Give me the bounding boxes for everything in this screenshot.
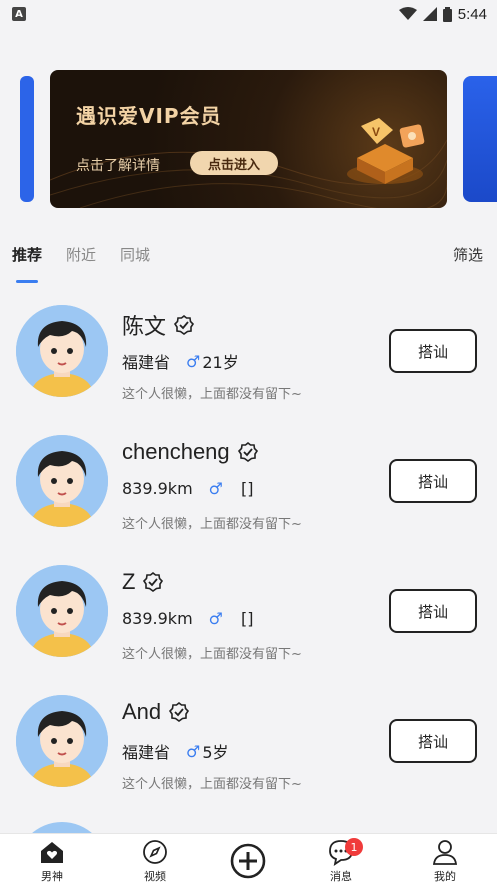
signal-icon: [422, 7, 437, 21]
nav-label: 消息: [330, 870, 352, 883]
avatar[interactable]: [16, 305, 108, 397]
next-banner-card[interactable]: [463, 76, 497, 202]
user-distance: 839.9km: [122, 609, 193, 628]
status-icons: 5:44: [398, 5, 487, 23]
avatar[interactable]: [16, 695, 108, 787]
user-bio: 这个人很懒，上面都没有留下~: [122, 777, 302, 792]
greet-button[interactable]: 搭讪: [389, 589, 477, 633]
user-bio: 这个人很懒，上面都没有留下~: [122, 647, 302, 662]
user-name: 陈文: [122, 314, 167, 339]
nav-label: 视频: [144, 870, 166, 883]
active-tab-indicator: [16, 280, 38, 283]
nav-me[interactable]: 我的: [415, 838, 475, 884]
prev-banner-card[interactable]: [20, 76, 34, 202]
tab-same-city[interactable]: 同城: [120, 244, 150, 265]
plus-circle-icon: [230, 843, 266, 879]
heart-house-icon: [41, 842, 63, 863]
nav-video[interactable]: 视频: [125, 838, 185, 884]
user-location: 福建省: [122, 353, 171, 372]
unread-badge: 1: [345, 838, 363, 856]
user-name: chencheng: [122, 439, 230, 464]
nav-label: 男神: [41, 870, 63, 883]
male-icon: ♂: [186, 351, 201, 371]
verified-badge-icon: [169, 702, 190, 722]
greet-button[interactable]: 搭讪: [389, 329, 477, 373]
status-bar: A 5:44: [0, 0, 497, 28]
greet-button[interactable]: 搭讪: [389, 459, 477, 503]
vip-banner[interactable]: 遇识爱VIP会员 点击了解详情 点击进入 V: [50, 70, 447, 208]
user-tags: []: [241, 609, 254, 628]
nav-male-god[interactable]: 男神: [22, 838, 82, 884]
user-name: Z: [122, 569, 136, 594]
nav-label: 我的: [434, 870, 456, 883]
verified-badge-icon: [174, 315, 195, 335]
svg-text:V: V: [372, 125, 380, 139]
banner-enter-button[interactable]: 点击进入: [190, 151, 278, 175]
male-icon: ♂: [208, 479, 223, 498]
male-icon: ♂: [186, 741, 201, 761]
battery-icon: [442, 6, 452, 22]
banner-carousel[interactable]: 遇识爱VIP会员 点击了解详情 点击进入 V: [0, 70, 497, 208]
avatar[interactable]: [16, 565, 108, 657]
notification-icon: A: [12, 7, 26, 21]
user-tags: []: [241, 479, 254, 498]
wifi-icon: [398, 7, 417, 20]
user-location: 福建省: [122, 743, 171, 762]
user-card[interactable]: chencheng 839.9km ♂ [] 这个人很懒，上面都没有留下~ 搭讪: [0, 435, 497, 565]
user-card[interactable]: And 福建省 ♂ 5岁 这个人很懒，上面都没有留下~ 搭讪: [0, 695, 497, 825]
user-card[interactable]: 陈文 福建省 ♂ 21岁 这个人很懒，上面都没有留下~ 搭讪: [0, 305, 497, 435]
vip-gift-icon: V: [347, 118, 425, 184]
user-bio: 这个人很懒，上面都没有留下~: [122, 517, 302, 532]
boy-avatar-icon: [16, 435, 108, 527]
user-age: 5岁: [202, 743, 229, 762]
tab-recommend[interactable]: 推荐: [12, 244, 42, 265]
boy-avatar-icon: [16, 695, 108, 787]
nav-messages[interactable]: 1 消息: [311, 838, 371, 884]
verified-badge-icon: [237, 442, 258, 462]
tab-nearby[interactable]: 附近: [66, 244, 96, 265]
clock: 5:44: [457, 5, 487, 23]
user-age: 21岁: [202, 353, 239, 372]
user-bio: 这个人很懒，上面都没有留下~: [122, 387, 302, 402]
feed-tabs: 推荐 附近 同城 筛选: [0, 240, 497, 288]
male-icon: ♂: [208, 609, 223, 628]
nav-post[interactable]: [218, 842, 278, 880]
bottom-nav: 男神 视频 1 消息 我的: [0, 833, 497, 891]
compass-icon: [143, 840, 167, 864]
user-card[interactable]: Z 839.9km ♂ [] 这个人很懒，上面都没有留下~ 搭讪: [0, 565, 497, 695]
user-name: And: [122, 699, 162, 724]
boy-avatar-icon: [16, 305, 108, 397]
verified-badge-icon: [143, 572, 164, 592]
user-distance: 839.9km: [122, 479, 193, 498]
banner-subtitle: 点击了解详情: [76, 158, 160, 174]
avatar[interactable]: [16, 435, 108, 527]
person-icon: [432, 840, 458, 865]
greet-button[interactable]: 搭讪: [389, 719, 477, 763]
filter-button[interactable]: 筛选: [453, 244, 483, 265]
banner-title: 遇识爱VIP会员: [76, 104, 222, 128]
boy-avatar-icon: [16, 565, 108, 657]
